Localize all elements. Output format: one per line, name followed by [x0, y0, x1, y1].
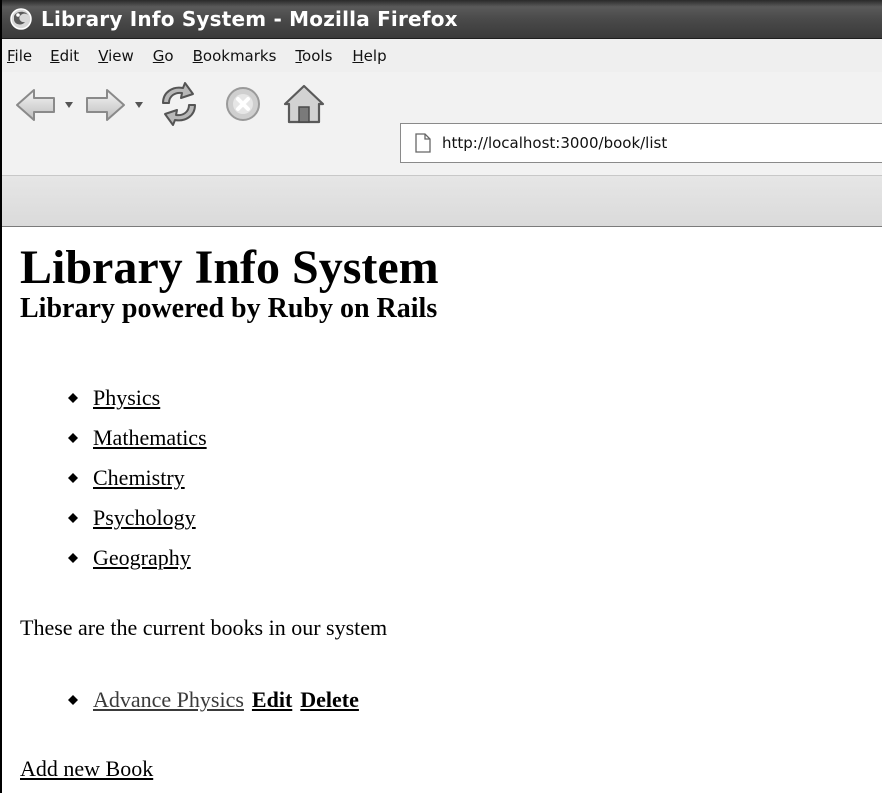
bullet-icon	[68, 473, 78, 483]
subject-link-chemistry[interactable]: Chemistry	[93, 465, 185, 491]
home-icon[interactable]	[278, 80, 330, 128]
menu-bookmarks[interactable]: Bookmarks	[193, 47, 277, 65]
book-list: Advance Physics Edit Delete	[68, 680, 359, 720]
window-title: Library Info System - Mozilla Firefox	[41, 7, 458, 31]
intro-text: These are the current books in our syste…	[20, 615, 388, 640]
navigation-toolbar	[2, 72, 882, 175]
menu-edit[interactable]: Edit	[50, 47, 79, 65]
page-icon	[414, 132, 432, 154]
page-subtitle: Library powered by Ruby on Rails	[20, 293, 438, 324]
back-dropdown-icon[interactable]	[64, 100, 74, 110]
bullet-icon	[68, 513, 78, 523]
stop-icon[interactable]	[220, 82, 266, 126]
bookmarks-toolbar	[2, 175, 882, 227]
page-title: Library Info System	[20, 241, 439, 294]
edit-book-link[interactable]: Edit	[252, 687, 292, 713]
page-content: Library Info System Library powered by R…	[2, 227, 882, 793]
back-icon[interactable]	[13, 85, 59, 125]
menu-tools[interactable]: Tools	[295, 47, 332, 65]
title-bar: Library Info System - Mozilla Firefox	[2, 0, 882, 39]
book-title-link[interactable]: Advance Physics	[93, 687, 244, 713]
bullet-icon	[68, 553, 78, 563]
subject-link-mathematics[interactable]: Mathematics	[93, 425, 207, 451]
list-item: Physics	[68, 378, 207, 418]
list-item: Psychology	[68, 498, 207, 538]
reload-icon[interactable]	[153, 80, 205, 128]
bullet-icon	[68, 695, 78, 705]
list-item: Geography	[68, 538, 207, 578]
firefox-icon	[8, 6, 34, 32]
list-item: Chemistry	[68, 458, 207, 498]
list-item: Advance Physics Edit Delete	[68, 680, 359, 720]
bullet-icon	[68, 393, 78, 403]
subject-link-geography[interactable]: Geography	[93, 545, 191, 571]
menu-help[interactable]: Help	[352, 47, 386, 65]
subject-link-physics[interactable]: Physics	[93, 385, 160, 411]
url-input[interactable]	[442, 134, 862, 152]
menu-go[interactable]: Go	[153, 47, 174, 65]
menu-view[interactable]: View	[98, 47, 134, 65]
subject-list: Physics Mathematics Chemistry Psychology…	[68, 378, 207, 578]
menu-bar: File Edit View Go Bookmarks Tools Help	[2, 39, 882, 72]
bullet-icon	[68, 433, 78, 443]
menu-file[interactable]: File	[7, 47, 32, 65]
browser-window: Library Info System - Mozilla Firefox Fi…	[0, 0, 882, 793]
address-bar	[400, 123, 882, 163]
forward-dropdown-icon[interactable]	[134, 100, 144, 110]
list-item: Mathematics	[68, 418, 207, 458]
add-new-book-link[interactable]: Add new Book	[20, 756, 153, 782]
subject-link-psychology[interactable]: Psychology	[93, 505, 196, 531]
delete-book-link[interactable]: Delete	[300, 687, 359, 713]
forward-icon[interactable]	[82, 85, 128, 125]
